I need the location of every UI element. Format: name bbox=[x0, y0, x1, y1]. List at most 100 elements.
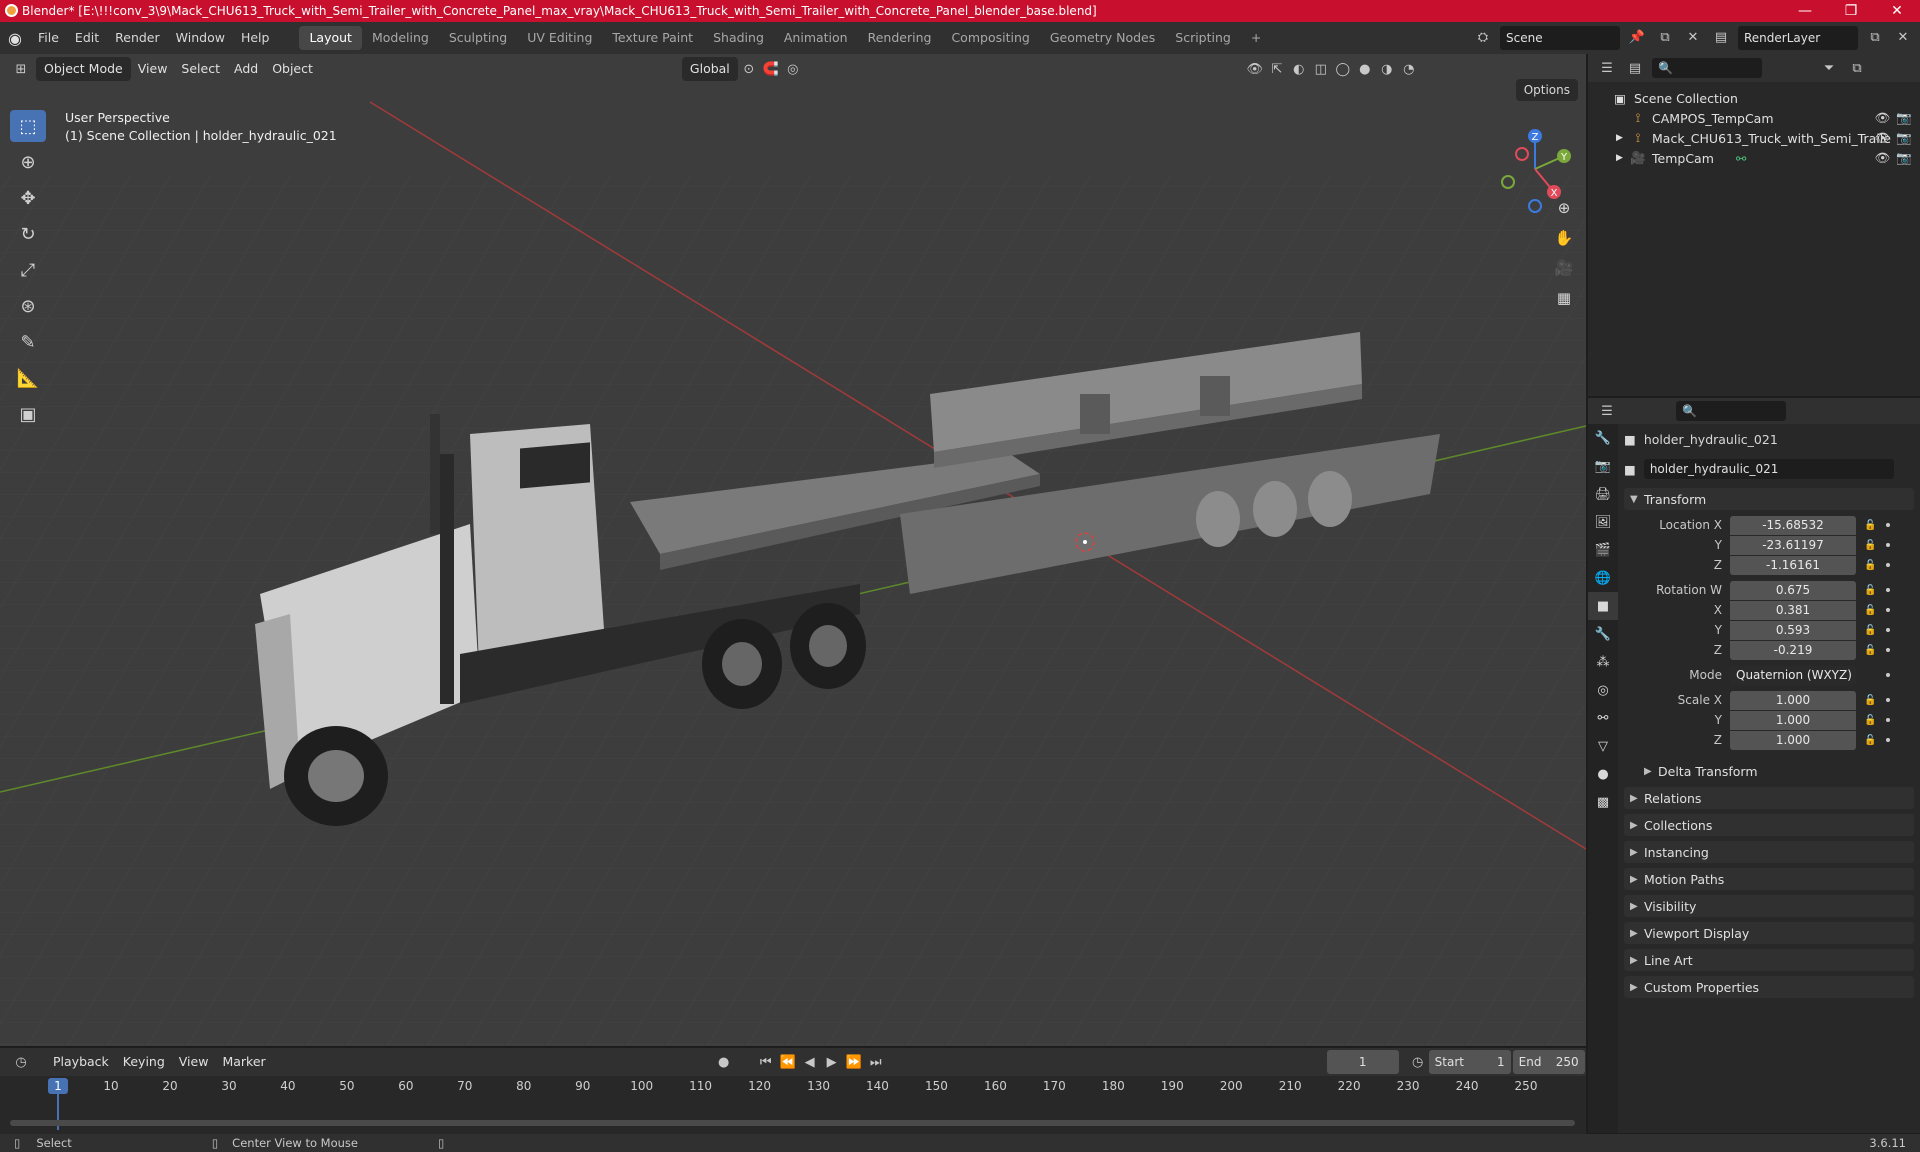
scene-icon[interactable]: ⛭ bbox=[1472, 26, 1494, 48]
constraints-tab-icon[interactable]: ⚯ bbox=[1588, 704, 1618, 732]
tab-compositing[interactable]: Compositing bbox=[941, 26, 1039, 50]
location-x-field[interactable]: -15.68532 bbox=[1730, 515, 1856, 535]
xray-toggle-icon[interactable]: ◫ bbox=[1310, 58, 1332, 80]
tab-sculpting[interactable]: Sculpting bbox=[439, 26, 517, 50]
new-collection-icon[interactable]: ⧉ bbox=[1846, 57, 1868, 79]
outliner-item-mack-truck[interactable]: ▶ ⟟ Mack_CHU613_Truck_with_Semi_Traile 👁… bbox=[1612, 128, 1920, 148]
menu-file[interactable]: File bbox=[30, 26, 67, 50]
blender-logo-icon[interactable]: ◉ bbox=[0, 22, 30, 54]
keyframe-dot[interactable] bbox=[1886, 563, 1890, 567]
menu-render[interactable]: Render bbox=[107, 26, 168, 50]
cursor-tool-icon[interactable]: ⊕ bbox=[10, 146, 46, 178]
eye-icon[interactable]: 👁 bbox=[1875, 110, 1891, 126]
start-frame-field[interactable]: Start 1 bbox=[1428, 1050, 1511, 1074]
transform-tool-icon[interactable]: ⊛ bbox=[10, 290, 46, 322]
timeline-editor-type-icon[interactable]: ◷ bbox=[10, 1051, 32, 1073]
lock-icon[interactable]: 🔓 bbox=[1864, 540, 1876, 551]
lock-icon[interactable]: 🔓 bbox=[1864, 715, 1876, 726]
lock-icon[interactable]: 🔓 bbox=[1864, 585, 1876, 596]
render-camera-icon[interactable]: 📷 bbox=[1896, 130, 1912, 146]
object-mode-dropdown[interactable]: Object Mode bbox=[36, 57, 131, 81]
menu-window[interactable]: Window bbox=[168, 26, 233, 50]
custom-properties-panel-header[interactable]: ▶ Custom Properties bbox=[1624, 976, 1914, 998]
record-keyframe-icon[interactable]: ● bbox=[713, 1051, 735, 1073]
expand-arrow-icon[interactable]: ▶ bbox=[1616, 133, 1630, 143]
current-frame-indicator[interactable]: 1 bbox=[48, 1078, 68, 1094]
transform-orientation-dropdown[interactable]: Global bbox=[681, 57, 738, 81]
annotate-tool-icon[interactable]: ✎ bbox=[10, 326, 46, 358]
keyframe-dot[interactable] bbox=[1886, 523, 1890, 527]
line-art-panel-header[interactable]: ▶ Line Art bbox=[1624, 949, 1914, 971]
maximize-button[interactable]: ❐ bbox=[1828, 0, 1874, 22]
jump-end-icon[interactable]: ⏭ bbox=[865, 1051, 887, 1073]
lock-icon[interactable]: 🔓 bbox=[1864, 605, 1876, 616]
world-tab-icon[interactable]: 🌐 bbox=[1588, 564, 1618, 592]
rotation-w-field[interactable]: 0.675 bbox=[1730, 580, 1856, 600]
rotation-y-field[interactable]: 0.593 bbox=[1730, 620, 1856, 640]
modifier-tab-icon[interactable]: 🔧 bbox=[1588, 620, 1618, 648]
snap-icon[interactable]: 🧲 bbox=[760, 58, 782, 80]
tab-scripting[interactable]: Scripting bbox=[1165, 26, 1241, 50]
timeline-menu-view[interactable]: View bbox=[172, 1050, 216, 1074]
location-y-field[interactable]: -23.61197 bbox=[1730, 535, 1856, 555]
outliner-item-campos[interactable]: ⟟ CAMPOS_TempCam 👁 📷 bbox=[1612, 108, 1920, 128]
keyframe-dot[interactable] bbox=[1886, 648, 1890, 652]
transform-panel-header[interactable]: ▼ Transform bbox=[1624, 488, 1914, 510]
jump-keyframe-forward-icon[interactable]: ⏩ bbox=[843, 1051, 865, 1073]
tab-texture-paint[interactable]: Texture Paint bbox=[602, 26, 703, 50]
keyframe-dot[interactable] bbox=[1886, 698, 1890, 702]
menu-edit[interactable]: Edit bbox=[67, 26, 107, 50]
object-name-input[interactable]: holder_hydraulic_021 bbox=[1643, 459, 1894, 479]
tab-animation[interactable]: Animation bbox=[774, 26, 858, 50]
ortho-grid-icon[interactable]: ▦ bbox=[1550, 284, 1578, 312]
zoom-icon[interactable]: ⊕ bbox=[1550, 194, 1578, 222]
view-layer-icon[interactable]: ▤ bbox=[1710, 26, 1732, 48]
pan-hand-icon[interactable]: ✋ bbox=[1550, 224, 1578, 252]
output-tab-icon[interactable]: 🖨 bbox=[1588, 480, 1618, 508]
camera-view-icon[interactable]: 🎥 bbox=[1550, 254, 1578, 282]
viewport-scene[interactable] bbox=[0, 54, 1586, 1046]
properties-editor-type-icon[interactable]: ☰ bbox=[1596, 400, 1618, 422]
lock-icon[interactable]: 🔓 bbox=[1864, 520, 1876, 531]
timeline-menu-keying[interactable]: Keying bbox=[116, 1050, 172, 1074]
options-dropdown[interactable]: Options bbox=[1515, 79, 1578, 101]
keyframe-dot[interactable] bbox=[1886, 718, 1890, 722]
physics-tab-icon[interactable]: ◎ bbox=[1588, 676, 1618, 704]
pivot-icon[interactable]: ⊙ bbox=[738, 58, 760, 80]
current-frame-field[interactable]: 1 bbox=[1326, 1050, 1399, 1074]
rendered-shading-icon[interactable]: ◔ bbox=[1398, 58, 1420, 80]
scale-z-field[interactable]: 1.000 bbox=[1730, 730, 1856, 750]
viewport-menu-object[interactable]: Object bbox=[265, 57, 320, 81]
tab-uv-editing[interactable]: UV Editing bbox=[517, 26, 602, 50]
3d-viewport[interactable]: ⊞ Object Mode View Select Add Object Glo… bbox=[0, 54, 1586, 1046]
properties-search-input[interactable]: 🔍 bbox=[1676, 401, 1786, 421]
proportional-edit-icon[interactable]: ◎ bbox=[782, 58, 804, 80]
object-tab-icon[interactable]: ■ bbox=[1588, 592, 1618, 620]
delete-view-layer-icon[interactable]: ✕ bbox=[1892, 26, 1914, 48]
tab-layout[interactable]: Layout bbox=[299, 26, 362, 50]
viewport-menu-select[interactable]: Select bbox=[174, 57, 227, 81]
viewport-display-panel-header[interactable]: ▶ Viewport Display bbox=[1624, 922, 1914, 944]
particles-tab-icon[interactable]: ⁂ bbox=[1588, 648, 1618, 676]
overlay-toggle-icon[interactable]: ◐ bbox=[1288, 58, 1310, 80]
solid-shading-icon[interactable]: ● bbox=[1354, 58, 1376, 80]
move-tool-icon[interactable]: ✥ bbox=[10, 182, 46, 214]
jump-start-icon[interactable]: ⏮ bbox=[755, 1051, 777, 1073]
preview-range-icon[interactable]: ◷ bbox=[1407, 1051, 1429, 1073]
rotation-x-field[interactable]: 0.381 bbox=[1730, 600, 1856, 620]
view-layer-field[interactable]: RenderLayer bbox=[1738, 26, 1858, 50]
measure-tool-icon[interactable]: 📐 bbox=[10, 362, 46, 394]
lock-icon[interactable]: 🔓 bbox=[1864, 560, 1876, 571]
outliner-scene-collection[interactable]: ▣ Scene Collection bbox=[1612, 88, 1920, 108]
instancing-panel-header[interactable]: ▶ Instancing bbox=[1624, 841, 1914, 863]
viewport-menu-add[interactable]: Add bbox=[227, 57, 265, 81]
material-tab-icon[interactable]: ● bbox=[1588, 760, 1618, 788]
visibility-icon[interactable]: 👁 bbox=[1244, 58, 1266, 80]
add-cube-tool-icon[interactable]: ▣ bbox=[10, 398, 46, 430]
collections-panel-header[interactable]: ▶ Collections bbox=[1624, 814, 1914, 836]
editor-type-icon[interactable]: ⊞ bbox=[10, 58, 32, 80]
keyframe-dot[interactable] bbox=[1886, 628, 1890, 632]
rotation-mode-dropdown[interactable]: Quaternion (WXYZ) bbox=[1730, 665, 1856, 685]
menu-help[interactable]: Help bbox=[233, 26, 278, 50]
scale-x-field[interactable]: 1.000 bbox=[1730, 690, 1856, 710]
